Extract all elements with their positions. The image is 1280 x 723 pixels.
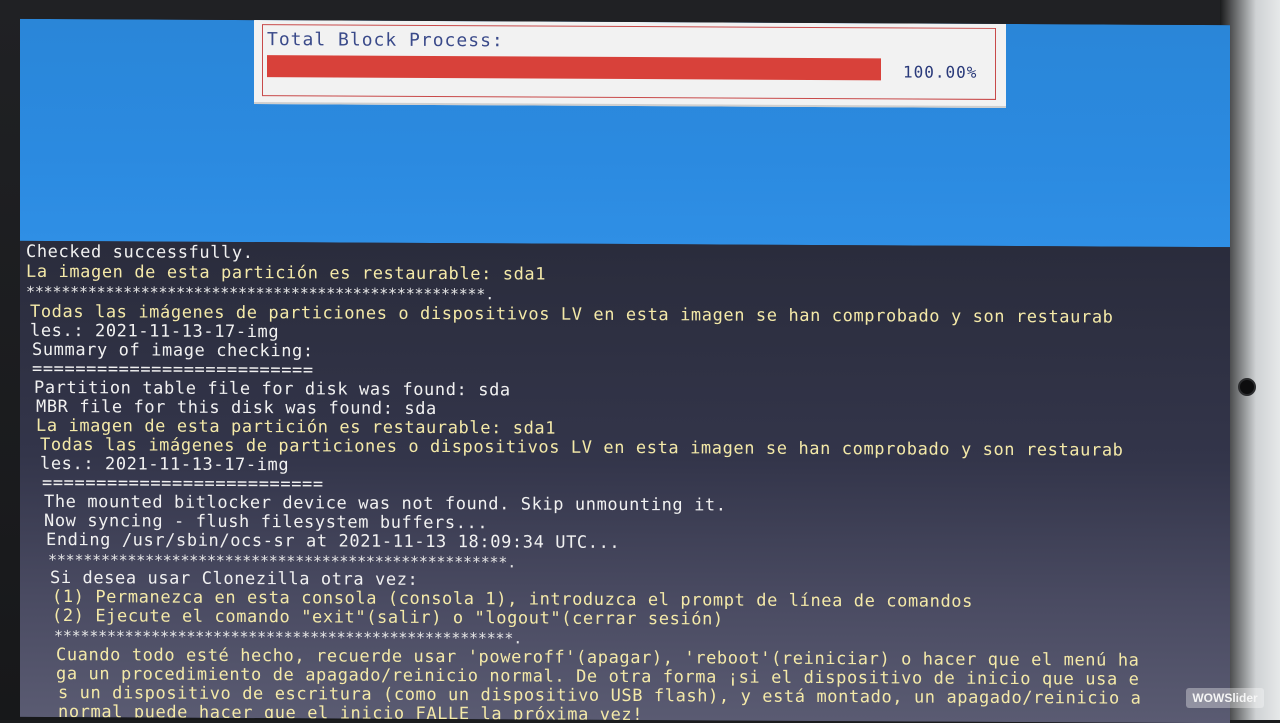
console-separator: ****************************************… bbox=[26, 282, 495, 304]
progress-fill bbox=[267, 55, 881, 81]
total-block-progress-bar bbox=[267, 55, 881, 81]
console-line: normal puede hacer que el inicio FALLE l… bbox=[58, 702, 644, 723]
console-line: La imagen de esta partición es restaurab… bbox=[26, 261, 547, 285]
dialog-background: Total Block Process: 100.00% bbox=[20, 18, 1230, 248]
screen: Total Block Process: 100.00% Checked suc… bbox=[20, 18, 1230, 723]
watermark-logo: WOWSlider bbox=[1186, 688, 1264, 708]
progress-dialog: Total Block Process: 100.00% bbox=[254, 20, 1006, 108]
terminal-console: Checked successfully. La imagen de esta … bbox=[20, 240, 1230, 723]
progress-percentage: 100.00% bbox=[903, 62, 978, 82]
console-line: Checked successfully. bbox=[26, 241, 254, 264]
progress-dialog-frame: Total Block Process: 100.00% bbox=[262, 24, 996, 100]
console-line: Ending /usr/sbin/ocs-sr at 2021-11-13 18… bbox=[46, 529, 621, 553]
power-button-icon bbox=[1238, 378, 1256, 396]
console-line: (2) Ejecute el comando "exit"(salir) o "… bbox=[52, 605, 724, 630]
progress-title: Total Block Process: bbox=[267, 29, 504, 52]
